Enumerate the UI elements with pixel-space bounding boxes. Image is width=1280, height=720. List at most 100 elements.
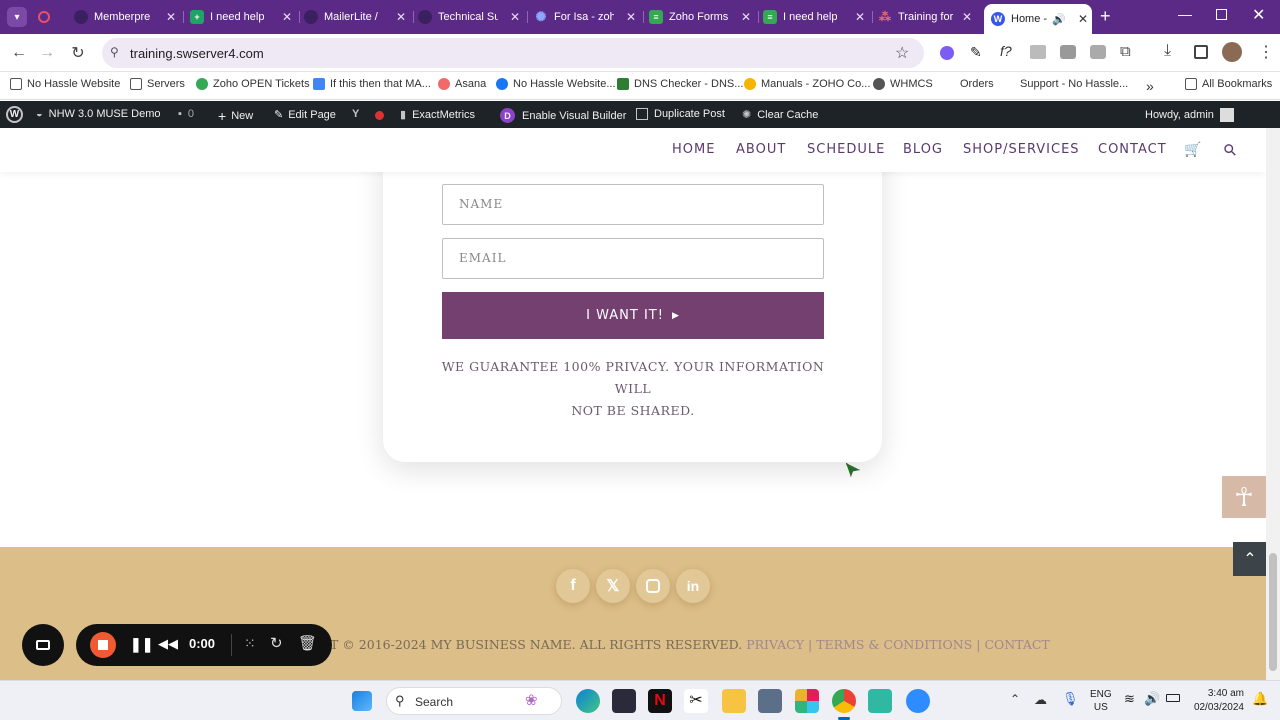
scrollbar-thumb[interactable] [1269,553,1277,671]
tab-close-icon[interactable]: ✕ [962,10,972,24]
wp-clear-cache[interactable]: ✺ Clear Cache [742,108,818,122]
nav-contact[interactable]: CONTACT [1098,142,1167,157]
new-tab-button[interactable]: + [1100,6,1111,27]
bookmark-item[interactable]: DNS Checker - DNS... [617,78,743,90]
chrome-icon[interactable] [832,689,856,713]
email-field[interactable]: EMAIL [442,238,824,279]
wp-visual-builder[interactable]: D Enable Visual Builder [500,108,626,123]
battery-icon[interactable] [1166,694,1180,702]
menu-kebab-icon[interactable]: ⋮ [1258,42,1274,62]
name-field[interactable]: NAME [442,184,824,225]
wp-duplicate-post[interactable]: Duplicate Post [636,108,725,120]
camera-icon[interactable] [1060,45,1076,59]
bookmark-item[interactable]: If this then that MA... [313,78,431,90]
bookmark-item[interactable]: Servers [130,78,185,90]
accessibility-button[interactable]: ☥ [1222,476,1266,518]
volume-icon[interactable]: 🔊 [1144,691,1160,707]
notification-bell-icon[interactable]: 🔔 [1252,691,1268,707]
facebook-icon[interactable]: f [556,569,590,603]
minimize-button[interactable]: — [1178,6,1192,22]
bookmark-item[interactable]: Manuals - ZOHO Co... [744,78,870,90]
trash-icon[interactable]: 🗑 [298,634,317,652]
wp-howdy[interactable]: Howdy, admin [1145,108,1234,122]
cart-icon[interactable]: 🛒 [1184,142,1202,158]
close-window-button[interactable]: ✕ [1252,5,1265,25]
footer-contact-link[interactable]: CONTACT [984,637,1049,652]
restore-button[interactable] [1216,9,1227,20]
forward-button[interactable]: → [36,42,58,64]
bookmark-item[interactable]: No Hassle Website... [496,78,616,90]
camera-toggle-button[interactable] [22,624,64,666]
instagram-icon[interactable] [636,569,670,603]
tab-close-icon[interactable]: ✕ [855,10,865,24]
nav-blog[interactable]: BLOG [903,142,943,157]
download-icon[interactable]: ⤓ [1164,42,1171,60]
microphone-icon[interactable]: 🎙 [1062,691,1079,707]
code-icon[interactable] [1030,45,1046,59]
profile-avatar[interactable] [1222,42,1242,62]
bookmark-item[interactable]: Asana [438,78,486,90]
formula-icon[interactable]: f? [1000,43,1012,59]
tab-close-icon[interactable]: ✕ [396,10,406,24]
language-indicator[interactable]: ENG US [1090,688,1112,714]
onedrive-icon[interactable]: ☁ [1034,692,1047,708]
tab-close-icon[interactable]: ✕ [1078,12,1088,26]
footer-privacy-link[interactable]: PRIVACY [746,637,804,652]
notepad-icon[interactable] [868,689,892,713]
wordpress-logo-icon[interactable]: W [6,106,23,123]
bookmark-item[interactable]: WHMCS [873,78,933,90]
rewind-button[interactable]: ◀◀ [158,636,178,652]
edge-icon[interactable] [576,689,600,713]
nav-schedule[interactable]: SCHEDULE [807,142,885,157]
tray-overflow-icon[interactable]: ⌃ [1010,692,1020,706]
i-want-it-button[interactable]: I WANT IT! ▶ [442,292,824,339]
pause-button[interactable]: ❚❚ [130,636,153,653]
bookmarks-overflow-icon[interactable]: » [1146,78,1154,94]
bookmark-item[interactable]: Support - No Hassle... [1003,78,1128,90]
wp-edit-page[interactable]: ✎ Edit Page [274,108,336,122]
wp-new[interactable]: + New [218,108,253,124]
grid-icon[interactable]: ⁙ [244,635,256,652]
restart-icon[interactable]: ↻ [270,634,283,652]
bookmark-item[interactable]: No Hassle Website [10,78,120,90]
calculator-icon[interactable] [758,689,782,713]
bookmark-item[interactable]: Orders [943,78,994,90]
clock[interactable]: 3:40 am 02/03/2024 [1190,687,1244,715]
page-scrollbar[interactable] [1266,128,1280,680]
reload-button[interactable]: ↻ [67,42,89,64]
slack-icon[interactable] [795,689,819,713]
search-icon[interactable]: ⚲ [1219,138,1241,160]
linkedin-icon[interactable]: in [676,569,710,603]
extension-icon[interactable] [940,46,954,60]
x-twitter-icon[interactable]: 𝕏 [596,569,630,603]
tab-zoho-forms[interactable]: ≡ Zoho Forms ✕ [649,5,755,29]
tab-close-icon[interactable]: ✕ [626,10,636,24]
nav-shop-services[interactable]: SHOP/SERVICES [963,142,1080,157]
extensions-puzzle-icon[interactable]: ⧉ [1120,43,1131,60]
tab-memberpress[interactable]: Memberpre ✕ [74,5,180,29]
speaker-icon[interactable]: 🔊 [1052,13,1066,26]
tab-home-active[interactable]: W Home - 🔊 ✕ [984,4,1092,34]
capcut-icon[interactable]: ✂ [684,689,708,713]
footer-terms-link[interactable]: TERMS & CONDITIONS [816,637,972,652]
tab-close-icon[interactable]: ✕ [510,10,520,24]
tab-technical-support[interactable]: Technical Su ✕ [418,5,524,29]
wp-comments[interactable]: ▪ 0 [178,108,194,120]
bookmark-item[interactable]: Zoho OPEN Tickets [196,78,310,90]
wifi-icon[interactable]: ≋ [1124,691,1135,707]
wp-site-name[interactable]: ◒ NHW 3.0 MUSE Demo [36,108,161,120]
tab-training[interactable]: ⁂ Training for ✕ [878,5,976,29]
tab-need-help-form[interactable]: ≡ I need help ✕ [763,5,869,29]
tab-for-isa[interactable]: ✺ For Isa - zoh ✕ [534,5,640,29]
taskbar-search[interactable]: ⚲ Search ❀ [386,687,562,715]
tab-recorder[interactable] [38,5,64,29]
omnibox[interactable]: ⚲ training.swserver4.com ☆ [102,38,924,68]
tab-search-button[interactable]: ▾ [7,7,27,27]
netflix-icon[interactable]: N [648,689,672,713]
eyedropper-icon[interactable]: ✎ [970,44,982,61]
nav-about[interactable]: ABOUT [736,142,786,157]
tab-close-icon[interactable]: ✕ [741,10,751,24]
tab-close-icon[interactable]: ✕ [166,10,176,24]
tab-close-icon[interactable]: ✕ [282,10,292,24]
bookmark-star-icon[interactable]: ☆ [895,43,909,63]
